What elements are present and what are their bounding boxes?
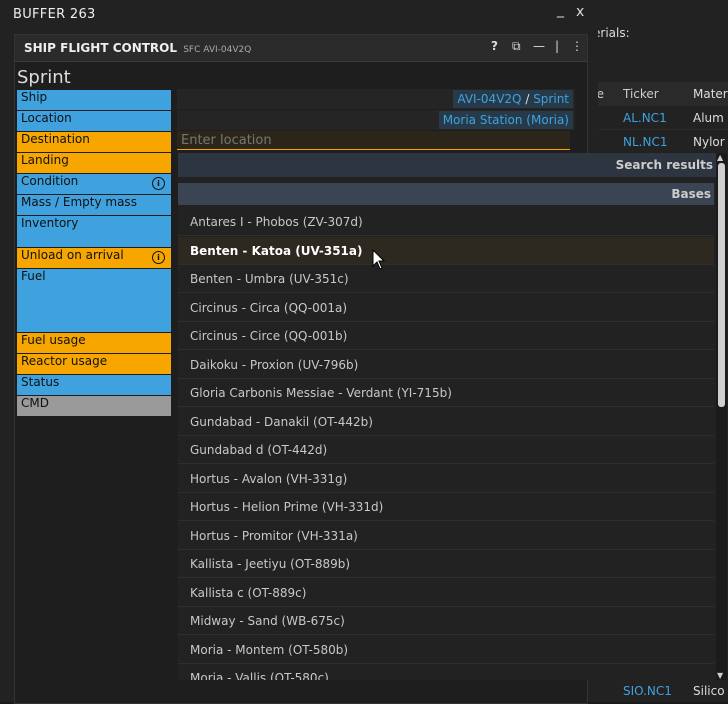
panel-title-text: SHIP FLIGHT CONTROL <box>24 41 178 55</box>
search-results-dropdown: Search results Bases Antares I - Phobos … <box>178 153 727 680</box>
search-result-item[interactable]: Benten - Umbra (UV-351c) <box>178 265 714 293</box>
mouse-cursor-icon <box>372 249 386 270</box>
label-condition-text: Condition <box>21 174 79 188</box>
ship-value-row: AVI-04V2Q / Sprint <box>177 89 575 109</box>
scroll-up-icon[interactable]: ▲ <box>717 153 723 162</box>
help-icon[interactable]: ? <box>491 39 498 53</box>
search-result-item[interactable]: Antares I - Phobos (ZV-307d) <box>178 208 714 236</box>
search-result-item[interactable]: Kallista - Jeetiyu (OT-889b) <box>178 550 714 578</box>
search-result-item[interactable]: Midway - Sand (WB-675c) <box>178 607 714 635</box>
label-condition: Condition i <box>17 174 171 194</box>
location-value-row: Moria Station (Moria) <box>177 110 575 130</box>
panel-subtitle: SFC AVI-04V2Q <box>183 45 252 55</box>
divider-icon: | <box>555 39 560 53</box>
label-status: Status <box>17 375 171 395</box>
label-reactor-usage: Reactor usage <box>17 354 171 374</box>
table-header: pe Ticker Mater <box>585 82 728 106</box>
search-result-item[interactable]: Circinus - Circa (QQ-001a) <box>178 294 714 322</box>
ship-tag: AVI-04V2Q / Sprint <box>453 90 573 108</box>
label-unload-text: Unload on arrival <box>21 248 124 262</box>
table-row[interactable]: Y NL.NC1 Nylor <box>585 130 728 154</box>
search-result-item[interactable]: Benten - Katoa (UV-351a) <box>178 236 714 265</box>
search-result-item[interactable]: Hortus - Helion Prime (VH-331d) <box>178 493 714 521</box>
label-fuel: Fuel <box>17 269 171 332</box>
materials-label: erials: <box>593 26 630 40</box>
material-name: Silico <box>693 683 725 698</box>
destination-input[interactable] <box>177 131 570 150</box>
panel-header: SHIP FLIGHT CONTROL SFC AVI-04V2Q ? ⧉ — … <box>15 35 587 62</box>
ticker-link[interactable]: NL.NC1 <box>623 135 693 149</box>
info-icon[interactable]: i <box>152 177 165 190</box>
search-result-item[interactable]: Gloria Carbonis Messiae - Verdant (YI-71… <box>178 379 714 407</box>
scroll-down-icon[interactable]: ▼ <box>717 671 723 680</box>
label-destination: Destination <box>17 132 171 152</box>
search-result-item[interactable]: Moria - Montem (OT-580b) <box>178 636 714 664</box>
search-result-item[interactable]: Hortus - Avalon (VH-331g) <box>178 465 714 493</box>
ship-name-heading: Sprint <box>17 67 71 88</box>
search-result-item[interactable]: Circinus - Circe (QQ-001b) <box>178 322 714 350</box>
search-result-item[interactable]: Kallista c (OT-889c) <box>178 579 714 607</box>
label-fuel-usage: Fuel usage <box>17 333 171 353</box>
label-unload: Unload on arrival i <box>17 248 171 268</box>
search-result-item[interactable]: Daikoku - Proxion (UV-796b) <box>178 351 714 379</box>
search-result-item[interactable]: Moria - Vallis (OT-580c) <box>178 664 714 680</box>
label-landing: Landing <box>17 153 171 173</box>
column-header-ticker[interactable]: Ticker <box>623 87 693 101</box>
ship-name-link[interactable]: Sprint <box>533 92 569 106</box>
search-result-item[interactable]: Gundabad d (OT-442d) <box>178 436 714 464</box>
ticker-link[interactable]: SIO.NC1 <box>623 684 693 698</box>
material-name: Nylor <box>693 134 725 149</box>
menu-icon[interactable]: ⋮ <box>571 39 583 53</box>
table-row[interactable]: L SIO.NC1 Silico <box>585 679 728 702</box>
search-result-item[interactable]: Gundabad - Danakil (OT-442b) <box>178 408 714 436</box>
popout-icon[interactable]: ⧉ <box>512 39 521 54</box>
scrollbar[interactable]: ▲ ▼ <box>716 153 727 680</box>
panel-title: SHIP FLIGHT CONTROL SFC AVI-04V2Q <box>24 41 251 55</box>
buffer-close-button[interactable]: x <box>576 4 584 20</box>
buffer-minimize-button[interactable]: _ <box>557 2 564 18</box>
label-inventory: Inventory <box>17 216 171 247</box>
column-header-material[interactable]: Mater <box>693 87 728 101</box>
minimize-icon[interactable]: — <box>533 39 545 53</box>
label-location: Location <box>17 111 171 131</box>
buffer-title: BUFFER 263 <box>13 7 96 22</box>
table-row[interactable]: Y AL.NC1 Alum <box>585 106 728 130</box>
ship-id-link[interactable]: AVI-04V2Q <box>457 92 521 106</box>
ticker-link[interactable]: AL.NC1 <box>623 111 693 125</box>
ship-separator: / <box>525 92 530 106</box>
label-ship: Ship <box>17 90 171 110</box>
info-icon[interactable]: i <box>152 251 165 264</box>
label-mass: Mass / Empty mass <box>17 195 171 215</box>
location-link[interactable]: Moria Station (Moria) <box>438 111 573 129</box>
group-header-bases: Bases <box>178 183 714 205</box>
label-cmd: CMD <box>17 396 171 416</box>
material-name: Alum <box>693 110 724 125</box>
search-result-item[interactable]: Hortus - Promitor (VH-331a) <box>178 522 714 550</box>
scrollbar-thumb[interactable] <box>718 163 725 407</box>
materials-table: pe Ticker Mater Y AL.NC1 Alum Y NL.NC1 N… <box>585 82 728 698</box>
search-results-header: Search results <box>178 153 727 177</box>
